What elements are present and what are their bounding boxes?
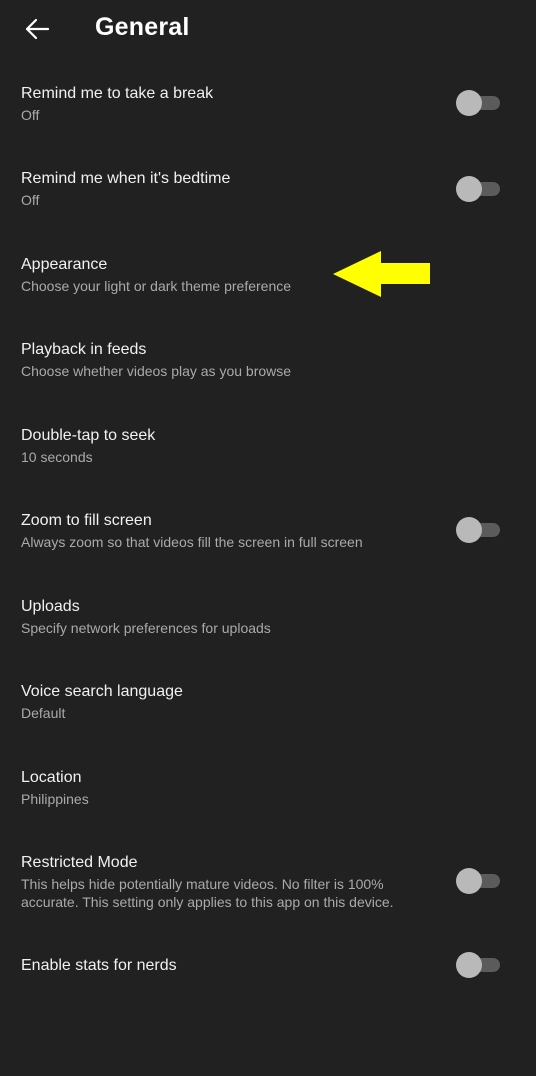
setting-title: Location (21, 769, 82, 786)
setting-title: Restricted Mode (21, 854, 138, 871)
toggle-knob (456, 90, 482, 116)
setting-subtitle: Choose your light or dark theme preferen… (21, 278, 292, 294)
setting-subtitle: Off (21, 107, 40, 123)
stats-for-nerds-toggle[interactable] (456, 952, 502, 978)
setting-title: Double-tap to seek (21, 427, 156, 444)
setting-subtitle: Default (21, 705, 66, 721)
setting-title: Enable stats for nerds (21, 957, 177, 974)
take-a-break-toggle[interactable] (456, 90, 502, 116)
setting-title: Playback in feeds (21, 341, 147, 358)
back-button[interactable] (14, 8, 60, 50)
setting-title: Remind me when it's bedtime (21, 170, 231, 187)
setting-location[interactable]: Location Philippines (0, 762, 536, 812)
setting-appearance[interactable]: Appearance Choose your light or dark the… (0, 249, 536, 299)
toggle-knob (456, 517, 482, 543)
setting-title: Remind me to take a break (21, 85, 214, 102)
setting-subtitle: This helps hide potentially mature video… (21, 876, 394, 910)
yellow-arrow-left-icon (333, 251, 430, 297)
setting-double-tap-to-seek[interactable]: Double-tap to seek 10 seconds (0, 420, 536, 470)
arrow-left-icon (25, 18, 50, 40)
toggle-knob (456, 176, 482, 202)
restricted-mode-toggle[interactable] (456, 868, 502, 894)
toggle-knob (456, 952, 482, 978)
setting-title: Uploads (21, 598, 80, 615)
setting-subtitle: Philippines (21, 791, 89, 807)
setting-subtitle: 10 seconds (21, 449, 93, 465)
setting-title: Appearance (21, 256, 108, 273)
page-title: General (95, 13, 190, 41)
setting-subtitle: Specify network preferences for uploads (21, 620, 271, 636)
setting-title: Voice search language (21, 683, 183, 700)
zoom-to-fill-toggle[interactable] (456, 517, 502, 543)
setting-playback-in-feeds[interactable]: Playback in feeds Choose whether videos … (0, 334, 536, 384)
app-bar: General (0, 0, 536, 60)
setting-title: Zoom to fill screen (21, 512, 152, 529)
bedtime-reminder-toggle[interactable] (456, 176, 502, 202)
setting-subtitle: Off (21, 192, 40, 208)
setting-voice-search-language[interactable]: Voice search language Default (0, 676, 536, 726)
toggle-knob (456, 868, 482, 894)
setting-subtitle: Always zoom so that videos fill the scre… (21, 534, 363, 550)
setting-subtitle: Choose whether videos play as you browse (21, 363, 292, 379)
setting-uploads[interactable]: Uploads Specify network preferences for … (0, 591, 536, 641)
